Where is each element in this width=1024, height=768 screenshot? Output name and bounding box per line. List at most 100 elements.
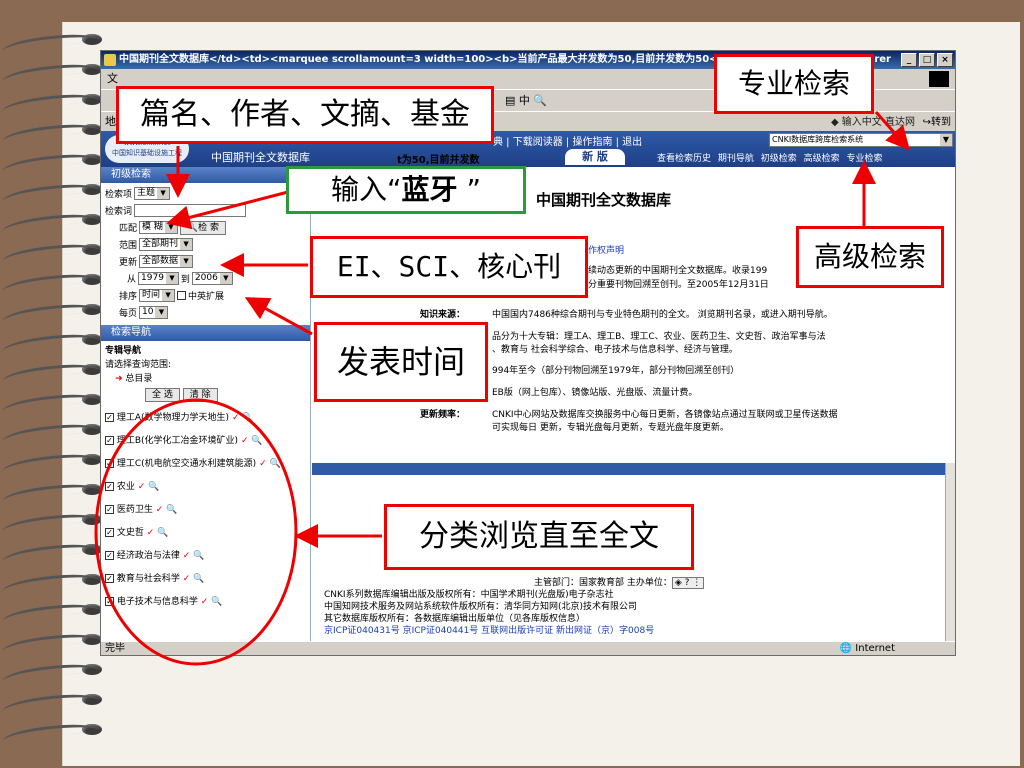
magnifier-icon[interactable]: 🔍	[157, 528, 168, 538]
system-select[interactable]: CNKI数据库跨库检索系统 ▼	[769, 133, 953, 147]
concurrency-marquee: t为50,目前并发数	[397, 155, 480, 166]
callout-advanced: 高级检索	[796, 226, 944, 288]
magnifier-icon[interactable]: 🔍	[148, 482, 159, 492]
check-icon: ✓	[182, 551, 191, 561]
maximize-button[interactable]: □	[919, 53, 935, 67]
select-all-button[interactable]: 全 选	[145, 388, 180, 402]
page-size-label: 每页	[119, 309, 138, 319]
range-select[interactable]: 全部期刊	[139, 238, 194, 251]
search-button-label: 检 索	[198, 222, 219, 233]
clear-button[interactable]: 清 除	[182, 388, 218, 402]
category-item[interactable]: ✓ 文史哲 ✓ 🔍	[101, 522, 310, 545]
footer-line-2: 中国知网技术服务及网站系统软件版权所有：清华同方知网(北京)技术有限公司	[324, 602, 638, 612]
search-button[interactable]: 🔍检 索	[179, 220, 226, 235]
from-label: 从	[127, 275, 137, 285]
menu-file[interactable]: 文	[107, 72, 118, 85]
chevron-down-icon: ▼	[940, 134, 952, 146]
magnifier-icon[interactable]: 🔍	[166, 505, 177, 515]
footer-license-links[interactable]: 京ICP证040431号 京ICP证040441号 互联网出版许可证 新出网证（…	[324, 625, 704, 637]
update-label: 更新	[119, 258, 138, 268]
category-item[interactable]: ✓ 电子技术与信息科学 ✓ 🔍	[101, 591, 310, 614]
term-label: 检索词	[105, 207, 133, 217]
category-item[interactable]: ✓ 经济政治与法律 ✓ 🔍	[101, 545, 310, 568]
check-icon: ✓	[240, 436, 249, 446]
to-label: 到	[180, 275, 190, 285]
new-version-tab[interactable]: 新 版	[565, 149, 625, 165]
update-frequency-label: 更新频率：	[420, 410, 466, 420]
extend-checkbox[interactable]	[177, 291, 187, 300]
callout-input-suffix: ”	[457, 173, 481, 206]
footer-line-1: CNKI系列数据库编辑出版及版权所有：中国学术期刊(光盘版)电子杂志社	[324, 590, 614, 600]
update-select[interactable]: 全部数据	[139, 255, 194, 268]
category-label: 文史哲	[116, 528, 144, 538]
magnifier-icon[interactable]: 🔍	[193, 574, 204, 584]
magnifier-icon[interactable]: 🔍	[242, 413, 253, 423]
year-to-select[interactable]: 2006	[191, 272, 233, 285]
address-label: 地	[105, 115, 116, 128]
magnifier-icon[interactable]: 🔍	[269, 459, 280, 469]
category-checkbox[interactable]: ✓	[105, 574, 114, 583]
category-label: 电子技术与信息科学	[116, 597, 198, 607]
range-label: 范围	[119, 241, 138, 251]
album-line-1: 品分为十大专辑：理工A、理工B、理工C、农业、医药卫生、文史哲、政治军事与法	[492, 332, 826, 342]
root-directory-link[interactable]: 总目录	[125, 374, 152, 384]
toolbar-icons[interactable]: ▤ 中 🔍	[505, 90, 547, 112]
category-list: ✓ 理工A(数学物理力学天地生) ✓ 🔍 ✓ 理工B(化学化工冶金环境矿业) ✓ …	[101, 407, 310, 614]
top-links[interactable]: 典 | 下载阅读器 | 操作指南 | 退出	[493, 133, 642, 148]
category-checkbox[interactable]: ✓	[105, 413, 114, 422]
check-icon: ✓	[200, 597, 209, 607]
category-item[interactable]: ✓ 理工B(化学化工冶金环境矿业) ✓ 🔍	[101, 430, 310, 453]
frame-divider	[312, 463, 952, 475]
match-label: 匹配	[119, 224, 138, 234]
check-icon: ✓	[146, 528, 155, 538]
category-label: 医药卫生	[116, 505, 153, 515]
knowledge-source-value: 中国国内7486种综合期刊与专业特色期刊的全文。 浏览期刊名录，或进入期刊导航。	[492, 310, 833, 320]
category-item[interactable]: ✓ 教育与社会科学 ✓ 🔍	[101, 568, 310, 591]
system-select-value: CNKI数据库跨库检索系统	[772, 135, 864, 144]
magnifier-icon[interactable]: 🔍	[193, 551, 204, 561]
update-frequency-line-1: CNKI中心网站及数据库交换服务中心每日更新，各镜像站点通过互联网或卫星传送数据	[492, 410, 838, 420]
scrollbar[interactable]	[945, 463, 955, 643]
status-bar: 完毕 🌐 Internet	[101, 641, 955, 655]
category-checkbox[interactable]: ✓	[105, 459, 114, 468]
goto-button[interactable]: ↪转到	[923, 113, 951, 133]
category-checkbox[interactable]: ✓	[105, 436, 114, 445]
category-checkbox[interactable]: ✓	[105, 528, 114, 537]
magnifier-icon[interactable]: 🔍	[251, 436, 262, 446]
arrow-right-icon: ➜	[115, 374, 123, 384]
windows-logo-icon	[929, 71, 949, 87]
window-title: 中国期刊全文数据库</td><td><marquee scrollamount=…	[119, 54, 746, 65]
magnifier-icon[interactable]: 🔍	[211, 597, 222, 607]
search-icon: 🔍	[186, 222, 199, 233]
category-checkbox[interactable]: ✓	[105, 505, 114, 514]
product-forms: EB版（网上包库）、镜像站版、光盘版、流量计费。	[492, 388, 698, 398]
callout-input-prefix: 输入“	[331, 173, 402, 206]
sort-select[interactable]: 时间	[139, 289, 176, 302]
close-button[interactable]: ×	[937, 53, 953, 67]
site-title: 中国期刊全文数据库	[211, 151, 310, 164]
check-icon: ✓	[155, 505, 164, 515]
field-label: 检索项	[105, 190, 133, 200]
basic-search-header: 初级检索	[101, 167, 310, 183]
category-item[interactable]: ✓ 理工C(机电航空交通水利建筑能源) ✓ 🔍	[101, 453, 310, 476]
category-label: 农业	[116, 482, 135, 492]
match-select[interactable]: 模 糊	[139, 221, 178, 234]
page-size-select[interactable]: 10	[139, 306, 169, 319]
nav-links[interactable]: 查看检索历史 期刊导航 初级检索 高级检索 专业检索	[657, 151, 882, 164]
callout-input: 输入“蓝牙 ”	[286, 166, 526, 214]
year-from-select[interactable]: 1979	[138, 272, 179, 285]
category-checkbox[interactable]: ✓	[105, 482, 114, 491]
toolbar-mini-icons[interactable]: ◈ ? ⋮	[671, 577, 705, 589]
category-checkbox[interactable]: ✓	[105, 551, 114, 560]
category-item[interactable]: ✓ 理工A(数学物理力学天地生) ✓ 🔍	[101, 407, 310, 430]
category-checkbox[interactable]: ✓	[105, 597, 114, 606]
category-item[interactable]: ✓ 农业 ✓ 🔍	[101, 476, 310, 499]
minimize-button[interactable]: _	[901, 53, 917, 67]
field-select[interactable]: 主题	[134, 187, 171, 200]
search-term-input[interactable]	[134, 204, 247, 217]
footer-sponsor: 主管部门：国家教育部 主办单位：	[534, 578, 672, 588]
category-item[interactable]: ✓ 医药卫生 ✓ 🔍	[101, 499, 310, 522]
logo-subtitle: 中国知识基础设施工程	[112, 149, 182, 157]
callout-browse: 分类浏览直至全文	[384, 504, 694, 570]
address-hint: ◆ 输入中文 直达网	[830, 117, 915, 128]
